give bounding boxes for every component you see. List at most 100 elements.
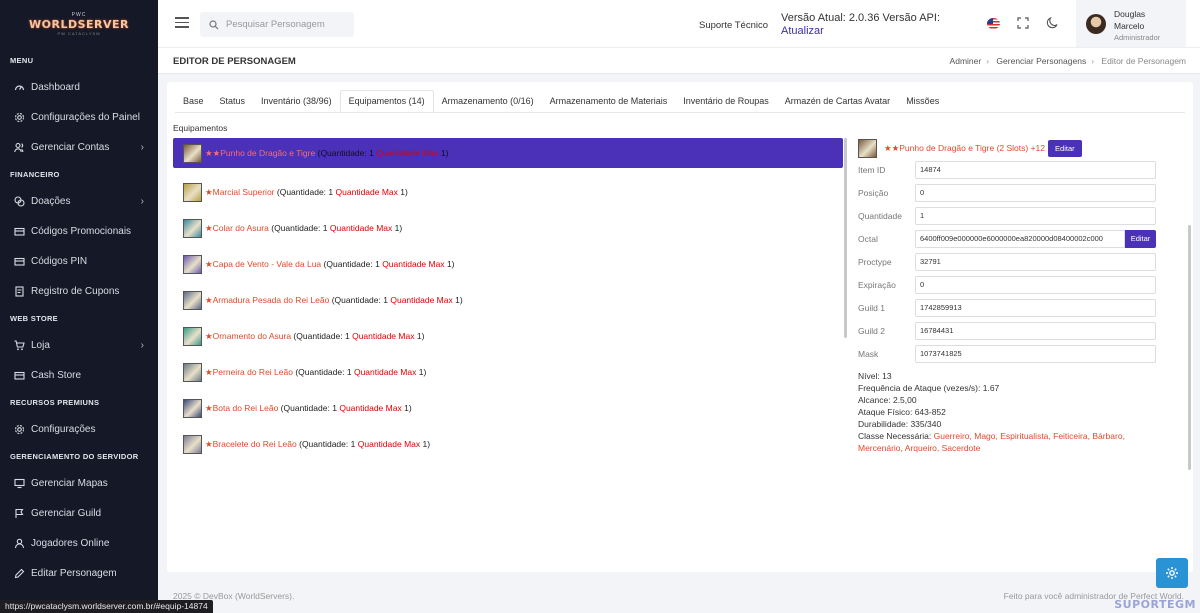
stat-line: Frequência de Ataque (vezes/s): 1.67 (858, 383, 1000, 393)
list-item[interactable]: ★Colar do Asura (Quantidade: 1 Quantidad… (173, 210, 843, 246)
expiracao-input[interactable] (915, 275, 1156, 294)
breadcrumb-adminer[interactable]: Adminer (950, 56, 982, 66)
sidebar-item-editar-personagem[interactable]: Editar Personagem (0, 558, 158, 588)
sidebar-item-label: Dashboard (31, 81, 80, 93)
detail-scrollbar[interactable] (1188, 225, 1191, 470)
sidebar-item-gerenciar-mapas[interactable]: Gerenciar Mapas (0, 468, 158, 498)
sidebar-item-label: Gerenciar Mapas (31, 477, 108, 489)
field-label: Guild 2 (858, 325, 885, 336)
posicao-input[interactable] (915, 183, 1156, 202)
sidebar-item-codigos-pin[interactable]: Códigos PIN (0, 246, 158, 276)
item-id-input[interactable] (915, 160, 1156, 179)
sidebar-item-cash-store[interactable]: Cash Store (0, 360, 158, 390)
list-item[interactable]: ★Bracelete do Rei Leão (Quantidade: 1 Qu… (173, 426, 843, 462)
fullscreen-icon[interactable] (1017, 17, 1029, 29)
tab-inventario-de-roupas[interactable]: Inventário de Roupas (675, 90, 777, 112)
tab-armazen-de-cartas-avatar[interactable]: Armazén de Cartas Avatar (777, 90, 898, 112)
list-item[interactable]: ★★Punho de Dragão e Tigre (Quantidade: 1… (173, 138, 843, 168)
hamburger-icon[interactable] (175, 17, 189, 29)
class-label: Classe Necessária: (858, 431, 932, 441)
field-label: Guild 1 (858, 302, 885, 313)
guild-2-input[interactable] (915, 321, 1156, 340)
version-text: Versão Atual: 2.0.36 Versão API: (781, 12, 941, 24)
breadcrumb: Adminer › Gerenciar Personagens › Editor d… (949, 56, 1186, 66)
sidebar-item-gerenciar-contas[interactable]: Gerenciar Contas › (0, 132, 158, 162)
list-item[interactable]: ★Marcial Superior (Quantidade: 1 Quantid… (173, 174, 843, 210)
tab-missoes[interactable]: Missões (898, 90, 947, 112)
list-scrollbar[interactable] (844, 138, 847, 338)
mask-input[interactable] (915, 344, 1156, 363)
sidebar-item-jogadores-online[interactable]: Jogadores Online (0, 528, 158, 558)
sidebar-section-menu: MENU (10, 55, 34, 65)
sidebar-item-dashboard[interactable]: Dashboard (0, 72, 158, 102)
guild-1-input[interactable] (915, 298, 1156, 317)
tab-inventario-38-96[interactable]: Inventário (38/96) (253, 90, 340, 112)
edit-item-button[interactable]: Editar (1048, 139, 1082, 157)
support-link[interactable]: Suporte Técnico (699, 20, 768, 31)
logo[interactable]: PWC WORLDSERVER PW CATACLYSM (0, 0, 158, 48)
tab-base[interactable]: Base (175, 90, 212, 112)
breadcrumb-manage-characters[interactable]: Gerenciar Personagens (996, 56, 1086, 66)
item-name: ★★Punho de Dragão e Tigre (205, 147, 316, 158)
us-flag-icon[interactable] (987, 18, 1000, 29)
field-expiracao: Expiração (858, 273, 1158, 296)
item-name: ★Bracelete do Rei Leão (205, 438, 297, 449)
cart-icon (13, 339, 25, 351)
detail-header: ★★Punho de Dragão e Tigre (2 Slots) +12 … (858, 138, 1158, 158)
sidebar-menu: MENU Dashboard Configurações do Painel Gere… (0, 48, 158, 588)
update-link[interactable]: Atualizar (781, 25, 824, 37)
list-item[interactable]: ★Bota do Rei Leão (Quantidade: 1 Quantid… (173, 390, 843, 426)
list-item[interactable]: ★Capa de Vento - Vale da Lua (Quantidade… (173, 246, 843, 282)
tab-status[interactable]: Status (212, 90, 254, 112)
octal-input[interactable] (915, 229, 1125, 248)
field-label: Proctype (858, 256, 892, 267)
sidebar-item-label: Doações (31, 195, 71, 207)
field-label: Mask (858, 348, 879, 359)
user-last-name: Marcelo (1114, 21, 1145, 31)
tab-armazenamento-0-16[interactable]: Armazenamento (0/16) (434, 90, 542, 112)
moon-icon[interactable] (1046, 16, 1059, 29)
sidebar-section-financeiro: FINANCEIRO (10, 169, 60, 179)
field-label: Item ID (858, 164, 886, 175)
list-item[interactable]: ★Ornamento do Asura (Quantidade: 1 Quant… (173, 318, 843, 354)
list-item[interactable]: ★Armadura Pesada do Rei Leão (Quantidade… (173, 282, 843, 318)
stat-line: Nível: 13 (858, 371, 892, 381)
sidebar-item-codigos-promocionais[interactable]: Códigos Promocionais (0, 216, 158, 246)
sidebar-item-registro-de-cupons[interactable]: Registro de Cupons (0, 276, 158, 306)
field-posicao: Posição (858, 181, 1158, 204)
item-name: ★Perneira do Rei Leão (205, 366, 293, 377)
item-quantity: (Quantidade: 1 Quantidade Max 1) (291, 331, 425, 341)
item-name: ★Capa de Vento - Vale da Lua (205, 258, 322, 269)
gear-icon (13, 111, 25, 123)
sidebar-item-label: Loja (31, 339, 50, 351)
search-input[interactable] (226, 19, 346, 30)
gauge-icon (13, 81, 25, 93)
gear-icon (13, 423, 25, 435)
settings-button[interactable] (1156, 558, 1188, 588)
item-icon (183, 290, 202, 310)
sidebar-item-configuracoes[interactable]: Configurações (0, 414, 158, 444)
quantidade-input[interactable] (915, 206, 1156, 225)
search-box (200, 12, 354, 37)
sidebar-item-configuracoes-do-painel[interactable]: Configurações do Painel (0, 102, 158, 132)
topbar: Suporte Técnico Versão Atual: 2.0.36 Ver… (158, 0, 1200, 48)
proctype-input[interactable] (915, 252, 1156, 271)
user-menu[interactable]: Douglas Marcelo Administrador (1076, 0, 1186, 47)
sidebar-item-loja[interactable]: Loja › (0, 330, 158, 360)
chevron-right-icon: › (140, 195, 144, 207)
logo-main-text: WORLDSERVER (29, 18, 129, 31)
sidebar-section-web-store: WEB STORE (10, 313, 58, 323)
tab-equipamentos-14[interactable]: Equipamentos (14) (339, 90, 434, 112)
tab-armazenamento-de-materiais[interactable]: Armazenamento de Materiais (542, 90, 676, 112)
search-icon (209, 19, 219, 29)
item-quantity: (Quantidade: 1 Quantidade Max 1) (292, 367, 427, 377)
list-item[interactable]: ★Perneira do Rei Leão (Quantidade: 1 Qua… (173, 354, 843, 390)
sidebar-item-gerenciar-guild[interactable]: Gerenciar Guild (0, 498, 158, 528)
edit-octal-button[interactable]: Editar (1125, 229, 1156, 248)
logo-sub-text: PW CATACLYSM (57, 31, 101, 36)
sidebar-item-doacoes[interactable]: Doações › (0, 186, 158, 216)
sidebar-item-label: Registro de Cupons (31, 285, 120, 297)
sidebar-item-label: Códigos Promocionais (31, 225, 132, 237)
item-icon (183, 362, 202, 382)
item-icon (183, 218, 202, 238)
